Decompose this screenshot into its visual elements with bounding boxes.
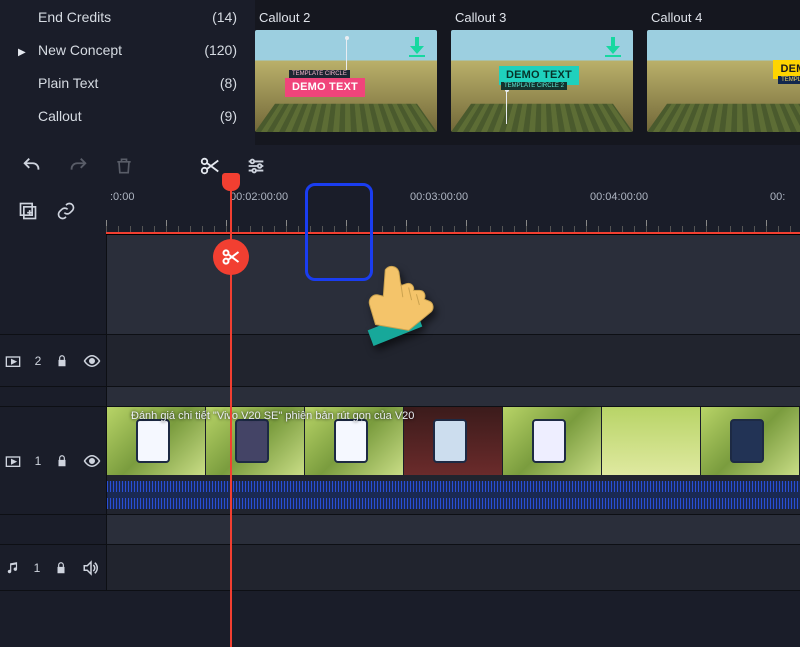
lock-icon[interactable] [55,454,69,468]
preset-subtext: TEMPLATE CIRCLE [778,76,800,84]
preset-thumbnail[interactable]: DEMO TEXT TEMPLATE CIRCLE 2 [451,30,633,132]
video-track-icon [5,454,21,468]
sidebar-item-new-concept[interactable]: ▶ New Concept (120) [18,33,237,66]
sidebar-item-end-credits[interactable]: End Credits (14) [18,0,237,33]
timeline-ruler[interactable]: :0:00 00:02:00:00 00:03:00:00 00:04:00:0… [106,187,800,235]
preset-thumbnail[interactable]: DEMO TE TEMPLATE CIRCLE [647,30,800,132]
download-icon[interactable] [603,36,623,58]
playhead-handle[interactable] [222,173,240,191]
ruler-label: 00:04:00:00 [590,191,648,203]
video-track-icon [5,354,21,368]
preset-subtext: TEMPLATE CIRCLE [289,70,350,78]
sidebar-item-label: Callout [38,108,82,124]
template-category-sidebar: End Credits (14) ▶ New Concept (120) Plai… [0,0,255,145]
mute-icon[interactable] [82,560,100,576]
preset-callout-4[interactable]: Callout 4 DEMO TE TEMPLATE CIRCLE [647,4,800,137]
sidebar-item-count: (8) [220,75,237,91]
preset-title: Callout 3 [451,4,633,30]
preset-callout-3[interactable]: Callout 3 DEMO TEXT TEMPLATE CIRCLE 2 [451,4,633,137]
track-label: 1 [35,454,42,468]
track-head-v1: 1 [0,407,106,514]
undo-button[interactable] [20,154,44,178]
preset-callout-2[interactable]: Callout 2 TEMPLATE CIRCLE DEMO TEXT [255,4,437,137]
sidebar-item-count: (14) [212,9,237,25]
empty-lane[interactable] [106,235,800,334]
video-lane-1[interactable]: Đánh giá chi tiết "Vivo V20 SE" phiên bả… [106,407,800,514]
sidebar-item-callout[interactable]: Callout (9) [18,99,237,132]
track-video-1: 1 Đánh giá chi tiết "Vivo V20 SE" phiên … [0,407,800,515]
ruler-label: 00:02:00:00 [230,191,288,203]
sidebar-item-label: Plain Text [38,75,98,91]
ruler-label: :0:00 [110,191,134,203]
sidebar-item-label: New Concept [38,42,122,58]
video-lane-2[interactable] [106,335,800,386]
lock-icon[interactable] [55,354,69,368]
music-track-icon [6,560,20,576]
chevron-right-icon: ▶ [18,47,32,58]
redo-button[interactable] [66,154,90,178]
ruler-label: 00: [770,191,785,203]
preset-badge: DEMO TEXT [285,78,365,97]
clip-title: Đánh giá chi tiết "Vivo V20 SE" phiên bả… [131,410,414,422]
track-gap [0,387,800,407]
add-track-button[interactable] [18,201,38,221]
split-marker[interactable] [213,239,249,275]
video-clip[interactable]: Đánh giá chi tiết "Vivo V20 SE" phiên bả… [107,407,800,475]
track-gap [0,515,800,545]
track-head-a1: 1 [0,545,106,590]
track-head-v2: 2 [0,335,106,386]
ruler-label: 00:03:00:00 [410,191,468,203]
adjust-settings-button[interactable] [244,154,268,178]
track-label: 2 [35,354,42,368]
preset-title: Callout 2 [255,4,437,30]
sidebar-item-label: End Credits [38,9,111,25]
preset-subtext: TEMPLATE CIRCLE 2 [501,82,567,90]
pointing-hand-icon [356,262,434,350]
sidebar-item-count: (9) [220,108,237,124]
lock-icon[interactable] [54,561,68,575]
visibility-icon[interactable] [83,454,101,468]
track-label: 1 [34,561,41,575]
download-icon[interactable] [407,36,427,58]
preset-title: Callout 4 [647,4,800,30]
library-panel: End Credits (14) ▶ New Concept (120) Plai… [0,0,800,145]
sidebar-item-count: (120) [204,42,237,58]
timeline-header-controls [0,187,106,235]
playhead[interactable] [230,187,232,647]
timeline-header: :0:00 00:02:00:00 00:03:00:00 00:04:00:0… [0,187,800,235]
cut-split-button[interactable] [198,154,222,178]
timeline-toolbar [0,145,800,187]
sidebar-item-plain-text[interactable]: Plain Text (8) [18,66,237,99]
track-audio-1: 1 [0,545,800,591]
link-button[interactable] [56,201,76,221]
preset-thumbnail[interactable]: TEMPLATE CIRCLE DEMO TEXT [255,30,437,132]
delete-button[interactable] [112,154,136,178]
audio-waveform [107,481,800,509]
audio-lane-1[interactable] [106,545,800,590]
template-preview-strip: Callout 2 TEMPLATE CIRCLE DEMO TEXT Call… [255,0,800,145]
visibility-icon[interactable] [83,354,101,368]
